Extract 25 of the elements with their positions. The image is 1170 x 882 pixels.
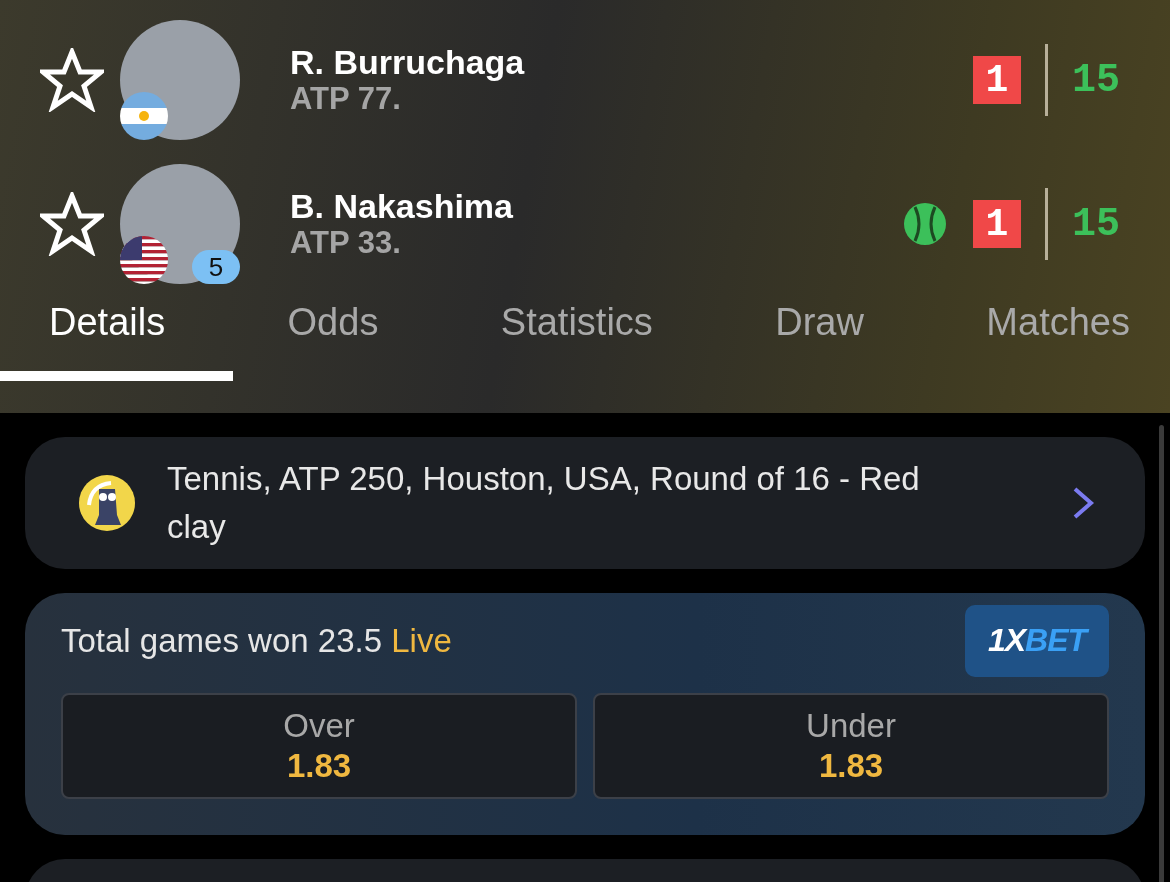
tournament-card[interactable]: Tennis, ATP 250, Houston, USA, Round of 16 - Red clay: [25, 437, 1145, 569]
tab[interactable]: Odds: [287, 294, 379, 371]
player-ranking: ATP 33.: [290, 225, 402, 260]
odds-option-button[interactable]: Over 1.83: [61, 692, 577, 799]
favorite-star-icon[interactable]: [40, 48, 104, 112]
tab[interactable]: Draw: [775, 294, 864, 371]
set-score: 1: [973, 200, 1021, 248]
favorite-star-icon[interactable]: [40, 192, 104, 256]
tab[interactable]: Matches: [986, 294, 1130, 371]
bookmaker-logo[interactable]: 1XBET: [965, 604, 1109, 677]
odds-option-button[interactable]: Under 1.83: [593, 692, 1109, 799]
player-name: B. Nakashima: [290, 188, 513, 226]
seed-number: 5: [192, 250, 240, 284]
tab[interactable]: Details: [49, 294, 166, 371]
tournament-info: Tennis, ATP 250, Houston, USA, Round of 16 - Red clay: [167, 459, 921, 547]
owl-logo-icon: [79, 474, 135, 531]
flag-icon: [120, 236, 168, 284]
tab[interactable]: Statistics: [500, 294, 653, 371]
game-points: 15: [1072, 57, 1121, 103]
flag-icon: [120, 92, 168, 140]
player-name: R. Burruchaga: [290, 44, 525, 82]
player-ranking: ATP 77.: [290, 81, 401, 116]
game-points: 15: [1072, 201, 1121, 247]
set-score: 1: [973, 56, 1021, 104]
odds-title: Total games won 23.5 Live: [61, 620, 452, 661]
